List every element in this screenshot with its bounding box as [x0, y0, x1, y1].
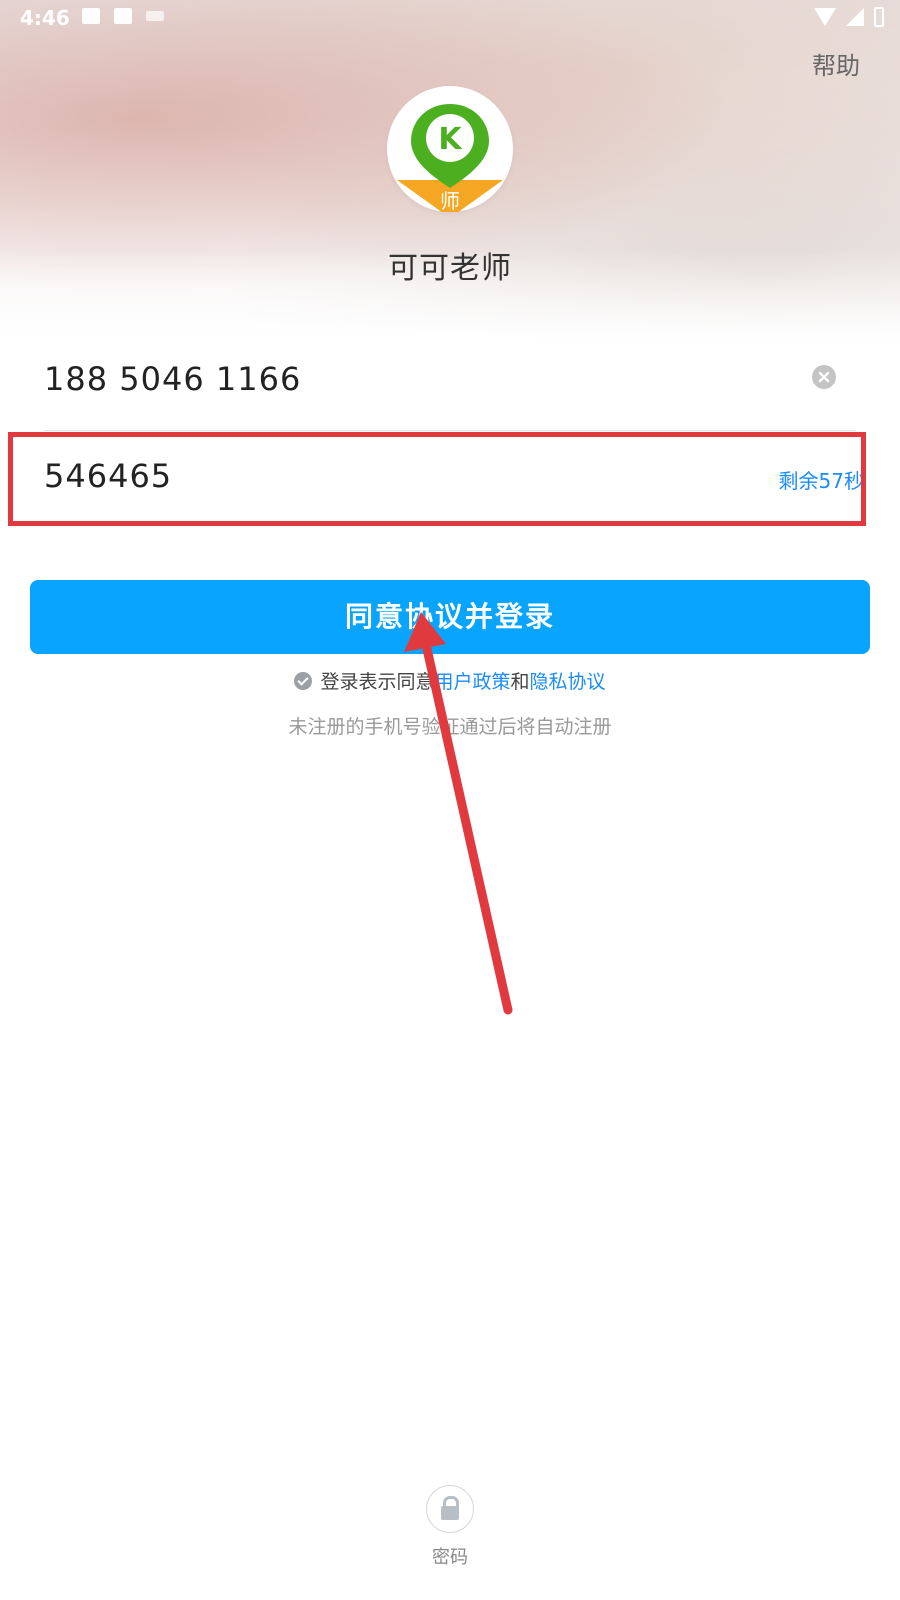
battery-icon — [874, 7, 884, 27]
signal-icon — [846, 8, 864, 26]
phone-input[interactable]: 188 5046 1166 — [44, 360, 301, 398]
system-icons — [814, 7, 884, 27]
agree-and-login-button[interactable]: 同意协议并登录 — [30, 580, 870, 654]
notification-icons — [82, 8, 164, 24]
agreement-and: 和 — [510, 671, 530, 693]
agreement-prefix: 登录表示同意 — [320, 671, 435, 693]
password-login-option[interactable]: 密码 — [400, 1485, 500, 1569]
help-link[interactable]: 帮助 — [812, 46, 860, 81]
annotation-highlight-box — [8, 432, 866, 526]
check-circle-icon[interactable] — [294, 672, 313, 690]
password-login-label[interactable]: 密码 — [400, 1543, 500, 1569]
logo-badge: 师 — [440, 189, 460, 212]
image-notification-icon — [82, 8, 100, 24]
phone-field[interactable]: 188 5046 1166 — [44, 340, 856, 431]
agreement-row: 登录表示同意用户政策和隐私协议 — [0, 667, 900, 694]
app-name: 可可老师 — [388, 251, 512, 286]
wifi-icon — [814, 8, 836, 26]
logo-letter: K — [438, 122, 463, 157]
app-notification-icon — [114, 8, 132, 24]
clear-icon[interactable] — [812, 365, 836, 389]
user-policy-link[interactable]: 用户政策 — [434, 671, 510, 693]
lock-icon[interactable] — [426, 1485, 474, 1533]
register-tip: 未注册的手机号验证通过后将自动注册 — [288, 716, 612, 738]
status-time: 4:46 — [20, 6, 70, 30]
privacy-link[interactable]: 隐私协议 — [530, 671, 606, 693]
app-logo: K 师 — [387, 86, 513, 218]
keyboard-notification-icon — [146, 11, 164, 21]
status-bar: 4:46 — [0, 0, 900, 36]
location-pin-logo-icon: K 师 — [397, 104, 503, 218]
